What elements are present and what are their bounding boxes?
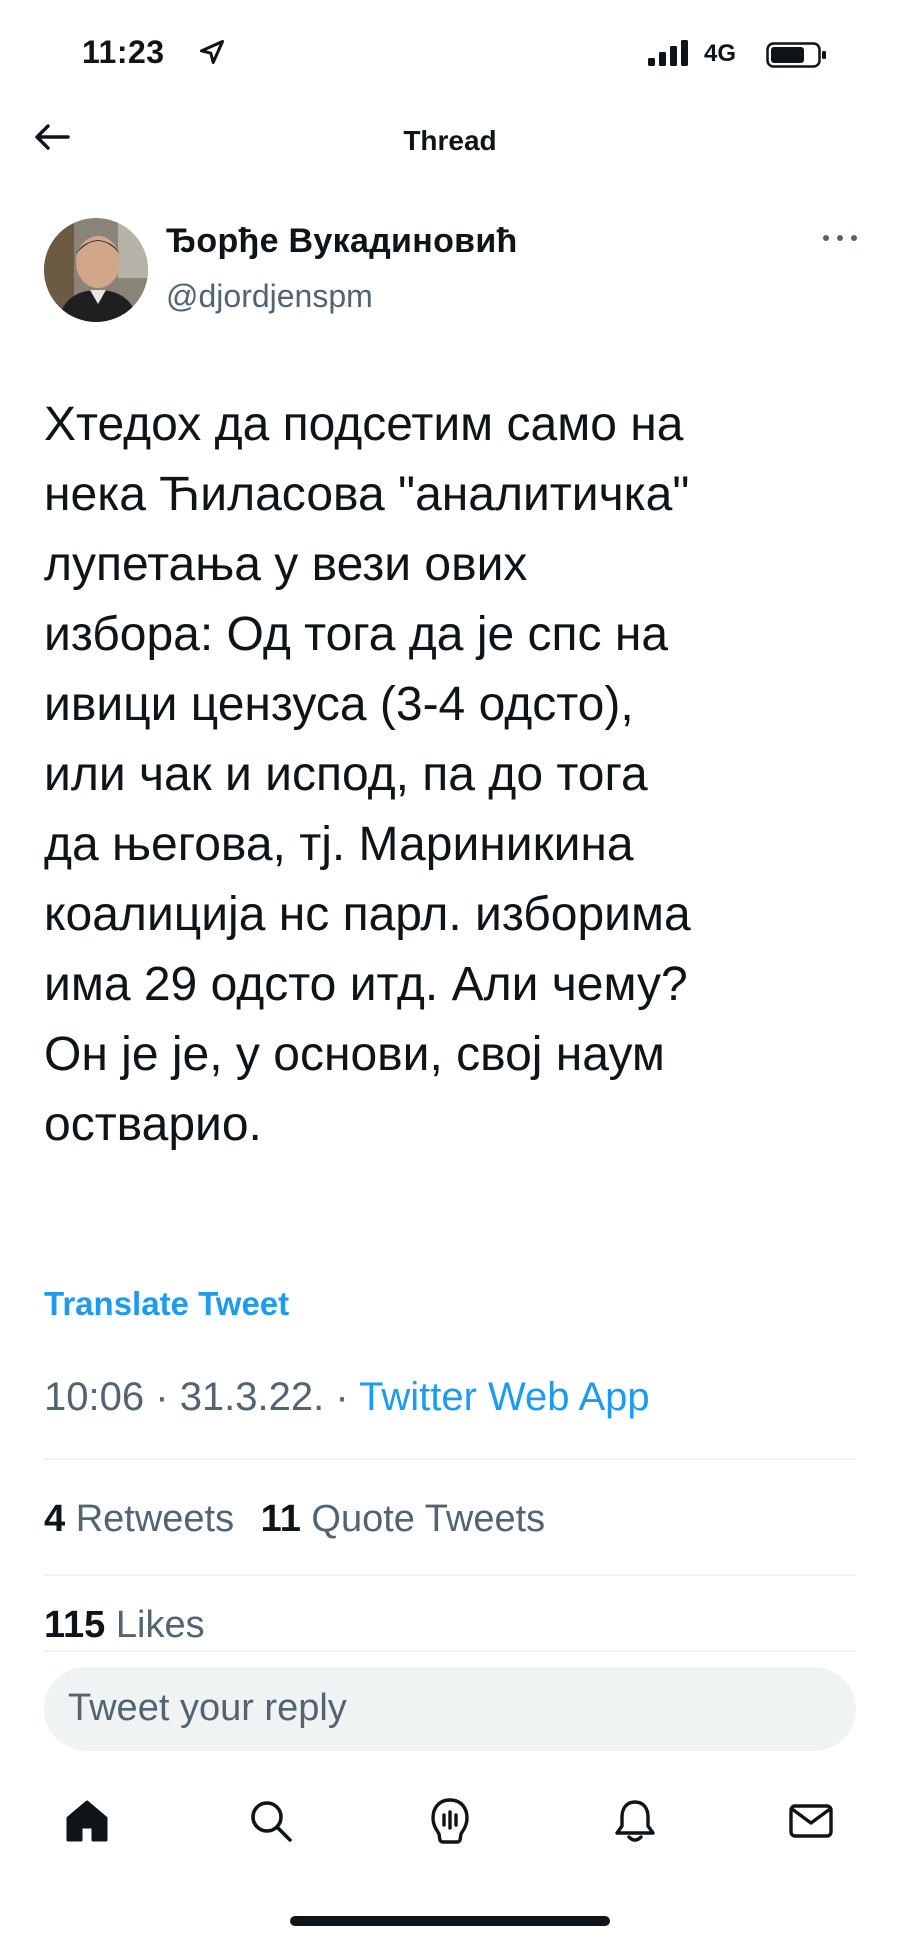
likes-count: 115: [44, 1604, 106, 1646]
tweet-meta: 10:06 · 31.3.22. · Twitter Web App: [44, 1375, 650, 1420]
divider: [44, 1650, 856, 1652]
tweet-text: Хтедох да подсетим само на нека Ћиласова…: [44, 398, 691, 1151]
retweets-count: 4: [44, 1498, 66, 1540]
home-icon[interactable]: [60, 1794, 114, 1848]
quote-tweets-stat[interactable]: 11 Quote Tweets: [261, 1498, 546, 1540]
reply-placeholder: Tweet your reply: [68, 1687, 347, 1729]
retweets-label: Retweets: [75, 1498, 235, 1540]
bell-icon[interactable]: [608, 1794, 662, 1848]
nav-bar: Thread: [0, 115, 900, 180]
network-type: 4G: [704, 40, 737, 67]
tweet-time: 10:06: [44, 1375, 145, 1419]
tweet-stats: 4 Retweets 11 Quote Tweets: [44, 1498, 561, 1541]
status-bar: 11:23 4G: [0, 0, 900, 115]
quotes-label: Quote Tweets: [311, 1498, 546, 1540]
divider: [44, 1458, 856, 1460]
more-options-icon[interactable]: [818, 226, 862, 250]
avatar[interactable]: [44, 218, 148, 322]
home-indicator[interactable]: [290, 1916, 610, 1926]
likes-label: Likes: [115, 1604, 205, 1646]
tweet-date: 31.3.22.: [179, 1375, 325, 1419]
battery-icon: [766, 42, 826, 68]
divider: [44, 1574, 856, 1576]
spaces-icon[interactable]: [423, 1794, 477, 1848]
search-icon[interactable]: [244, 1794, 298, 1848]
tweet-source-link[interactable]: Twitter Web App: [359, 1375, 650, 1419]
meta-separator: ·: [155, 1375, 169, 1419]
quotes-count: 11: [260, 1498, 301, 1540]
author-handle[interactable]: @djordjenspm: [166, 278, 373, 315]
page-title: Thread: [403, 125, 497, 156]
retweets-stat[interactable]: 4 Retweets: [44, 1498, 234, 1540]
tab-bar: [0, 1780, 900, 1860]
mail-icon[interactable]: [784, 1794, 838, 1848]
signal-icon: [648, 40, 688, 66]
translate-tweet-link[interactable]: Translate Tweet: [44, 1285, 289, 1323]
likes-stat[interactable]: 115 Likes: [44, 1604, 205, 1647]
location-arrow-icon: [199, 39, 225, 65]
reply-input[interactable]: Tweet your reply: [44, 1667, 856, 1751]
status-time: 11:23: [82, 34, 165, 70]
author-name[interactable]: Ђорђе Вукадиновић: [166, 222, 518, 261]
meta-separator: ·: [335, 1375, 349, 1419]
